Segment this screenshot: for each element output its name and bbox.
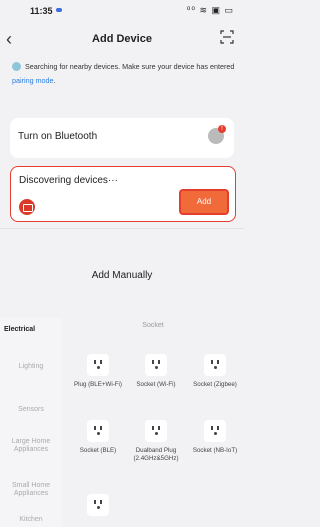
scan-icon[interactable] <box>220 30 234 44</box>
sidebar-item-large-home-appliances[interactable]: Large Home Appliances <box>0 438 62 454</box>
device-label: Socket (Zigbee) <box>193 381 237 388</box>
status-icons: ⁰⁰ ≋ ▣ ▭ <box>186 5 234 15</box>
device-socket-ble[interactable]: Socket (BLE) <box>73 420 123 455</box>
sidebar-item-electrical[interactable]: Electrical <box>0 326 62 334</box>
discovering-card: Discovering devices··· Add <box>10 166 236 222</box>
discovering-label: Discovering devices··· <box>19 175 118 186</box>
socket-icon <box>145 354 167 376</box>
status-indicator-icon <box>56 8 62 12</box>
pairing-mode-link[interactable]: pairing mode <box>12 76 54 85</box>
header: ‹ Add Device <box>0 24 244 54</box>
bluetooth-card[interactable]: Turn on Bluetooth ! <box>10 118 234 158</box>
divider <box>0 228 244 229</box>
category-sidebar: Electrical Lighting Sensors Large Home A… <box>0 318 62 527</box>
bluetooth-label: Turn on Bluetooth <box>18 131 98 142</box>
sidebar-item-sensors[interactable]: Sensors <box>0 406 62 414</box>
device-more[interactable] <box>73 494 123 516</box>
socket-icon <box>87 494 109 516</box>
device-label: Socket (BLE) <box>79 447 117 454</box>
device-plug-ble-wifi[interactable]: Plug (BLE+Wi-Fi) <box>73 354 123 389</box>
page-title: Add Device <box>92 33 152 45</box>
socket-icon <box>204 420 226 442</box>
category-title: Socket <box>142 322 164 329</box>
add-manually-title: Add Manually <box>91 270 153 281</box>
device-socket-zigbee[interactable]: Socket (Zigbee) <box>190 354 240 389</box>
device-socket-nb-iot[interactable]: Socket (NB-IoT) <box>190 420 240 455</box>
plug-icon <box>145 420 167 442</box>
device-label: Dualband Plug (2.4GHz&5GHz) <box>133 447 179 462</box>
sidebar-item-kitchen[interactable]: Kitchen <box>0 516 62 524</box>
socket-icon <box>204 354 226 376</box>
device-socket-wifi[interactable]: Socket (Wi-Fi) <box>131 354 181 389</box>
sidebar-item-lighting[interactable]: Lighting <box>0 363 62 371</box>
status-time: 11:35 <box>30 6 53 16</box>
status-bar: 11:35 ⁰⁰ ≋ ▣ ▭ <box>0 0 244 20</box>
discovered-device-icon <box>19 199 35 215</box>
search-status-icon <box>12 62 21 71</box>
device-label: Socket (Wi-Fi) <box>136 381 176 388</box>
sidebar-item-small-home-appliances[interactable]: Small Home Appliances <box>0 482 62 498</box>
device-dualband-plug[interactable]: Dualband Plug (2.4GHz&5GHz) <box>131 420 181 462</box>
info-end: . <box>53 76 56 85</box>
search-info: Searching for nearby devices. Make sure … <box>12 60 236 88</box>
plug-icon <box>87 354 109 376</box>
socket-icon <box>87 420 109 442</box>
info-text: Searching for nearby devices. Make sure … <box>25 62 235 71</box>
add-button[interactable]: Add <box>179 189 229 215</box>
device-label: Socket (NB-IoT) <box>192 447 238 454</box>
alert-badge: ! <box>218 125 226 133</box>
device-label: Plug (BLE+Wi-Fi) <box>74 381 122 388</box>
